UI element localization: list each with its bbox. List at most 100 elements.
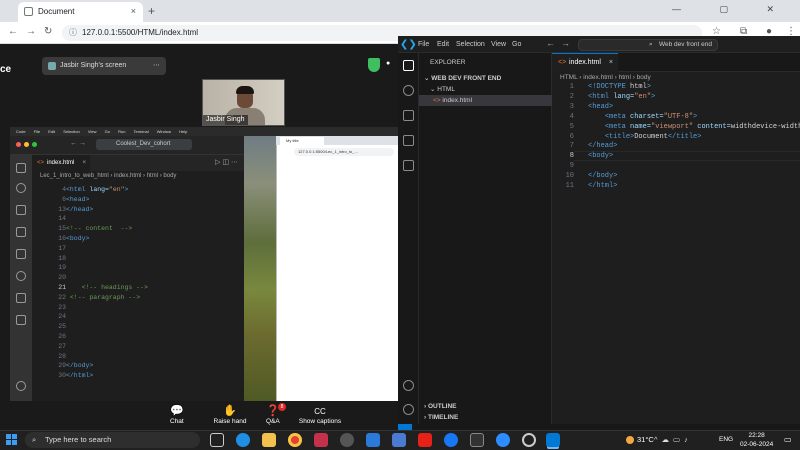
preview-browser-window — [276, 136, 398, 401]
remote-icon — [16, 271, 26, 281]
code-line[interactable]: </body> — [588, 172, 617, 180]
line-number: 17 — [58, 244, 66, 252]
workspace-header[interactable]: ⌄ WEB DEV FRONT END — [424, 74, 501, 82]
menu-selection[interactable]: Selection — [456, 36, 485, 53]
qa-label: Q&A — [266, 418, 280, 425]
dell-icon[interactable] — [340, 433, 354, 447]
reload-icon[interactable]: ↻ — [44, 26, 52, 37]
shared-tab-label: index.html — [47, 160, 75, 166]
maximize-dot-icon — [32, 142, 37, 147]
editor-tab-index-html[interactable]: <> index.html × — [552, 53, 618, 72]
extensions-icon[interactable] — [403, 160, 414, 171]
qa-count-badge: 8 — [278, 403, 286, 411]
outline-section[interactable]: › OUTLINE — [424, 403, 457, 410]
facebook-icon[interactable] — [444, 433, 458, 447]
back-arrow-icon[interactable]: ← — [8, 26, 18, 37]
explorer-title: EXPLORER — [430, 59, 466, 66]
line-number: 27 — [58, 342, 66, 350]
settings-gear-icon[interactable] — [522, 433, 536, 447]
minimize-dot-icon — [24, 142, 29, 147]
taskbar-clock[interactable]: 22:28 02-06-2024 — [740, 431, 773, 449]
settings-gear-icon[interactable] — [403, 404, 414, 415]
file-label: index.html — [442, 97, 473, 104]
terminal-icon[interactable] — [470, 433, 484, 447]
notifications-icon[interactable]: ▭ — [784, 435, 792, 444]
app-icon[interactable] — [392, 433, 406, 447]
close-tab-icon[interactable]: × — [609, 54, 613, 72]
html-file-icon: <> — [37, 160, 45, 166]
folder-html[interactable]: ⌄ HTML — [430, 85, 455, 93]
line-number: 23 — [58, 303, 66, 311]
more-options-icon[interactable]: ⋯ — [153, 57, 160, 75]
taskbar-search-placeholder: Type here to search — [45, 435, 112, 444]
window-controls[interactable]: — ▢ ✕ — [672, 4, 792, 15]
youtube-icon[interactable] — [418, 433, 432, 447]
code-line[interactable]: <!DOCTYPE html> — [588, 83, 651, 91]
line-number: 28 — [58, 352, 66, 360]
chrome-icon[interactable] — [288, 433, 302, 447]
code-line[interactable]: <body> — [588, 152, 613, 160]
new-tab-button[interactable]: + — [148, 4, 155, 18]
line-number: 5 — [569, 122, 574, 131]
chat-button[interactable]: 💬 Chat — [170, 405, 184, 425]
screen-share-icon — [48, 62, 56, 70]
back-arrow-icon[interactable]: ← — [546, 38, 555, 48]
file-explorer-icon[interactable] — [262, 433, 276, 447]
security-shield-icon[interactable] — [368, 58, 380, 72]
zoom-icon[interactable] — [496, 433, 510, 447]
start-button[interactable] — [6, 434, 18, 446]
forward-arrow-icon[interactable]: → — [561, 38, 570, 48]
code-line[interactable]: </html> — [588, 182, 617, 190]
menu-go[interactable]: Go — [512, 36, 521, 53]
file-index-html[interactable]: <> index.html — [433, 97, 472, 104]
preview-browser-url: 127.0.0.1:5500/Lec_1_intro_to_... — [294, 148, 394, 156]
extensions-icon — [16, 227, 26, 237]
run-debug-icon[interactable] — [403, 135, 414, 146]
menu-file[interactable]: File — [418, 36, 429, 53]
taskbar-search[interactable]: ⌕ Type here to search — [25, 432, 200, 448]
forward-arrow-icon[interactable]: → — [26, 26, 36, 37]
weather-widget[interactable]: 31°C — [626, 435, 654, 445]
code-line[interactable]: <meta charset="UTF-8"> — [588, 113, 697, 121]
system-tray-icons[interactable]: ^☁▭♪ — [654, 435, 692, 444]
store-icon[interactable] — [366, 433, 380, 447]
shared-vscode-activity-bar — [10, 155, 32, 401]
raise-hand-label: Raise hand — [213, 418, 247, 425]
code-line[interactable]: <meta name="viewport" content=widthdevic… — [588, 123, 800, 131]
account-icon[interactable] — [403, 380, 414, 391]
code-line[interactable]: <head> — [588, 103, 613, 111]
task-view-icon[interactable] — [210, 433, 224, 447]
code-line[interactable]: <html lang="en"> — [588, 93, 655, 101]
browser-tab-document[interactable]: Document × — [18, 2, 143, 22]
mac-menu-item: Go — [104, 129, 110, 134]
close-tab-icon[interactable]: × — [131, 6, 136, 16]
command-center-search[interactable]: ⌕ Web dev front end — [578, 39, 718, 51]
line-number: 16 — [58, 235, 66, 242]
code-line: </head> — [66, 205, 94, 213]
source-control-icon[interactable] — [403, 110, 414, 121]
line-number: 8 — [569, 152, 574, 161]
office-icon[interactable] — [314, 433, 328, 447]
search-icon[interactable] — [403, 85, 414, 96]
menu-view[interactable]: View — [491, 36, 506, 53]
site-info-icon[interactable]: ⓘ — [69, 25, 77, 41]
editor-breadcrumb[interactable]: HTML › index.html › html › body — [552, 72, 800, 83]
shared-screen: Code File Edit Selection View Go Run Ter… — [10, 127, 398, 401]
raise-hand-button[interactable]: ✋ Raise hand — [212, 405, 248, 425]
code-line: <body> — [66, 235, 90, 242]
menu-edit[interactable]: Edit — [437, 36, 449, 53]
testing-icon — [16, 293, 26, 303]
explorer-icon[interactable] — [403, 60, 414, 71]
language-indicator[interactable]: ENG — [719, 436, 733, 443]
timeline-label: TIMELINE — [427, 414, 459, 421]
edge-icon[interactable] — [236, 433, 250, 447]
captions-icon: CC — [314, 407, 326, 416]
participant-icon[interactable]: ● — [386, 60, 398, 70]
timeline-section[interactable]: › TIMELINE — [424, 414, 458, 421]
show-captions-button[interactable]: CC Show captions — [298, 405, 342, 425]
screen-share-indicator[interactable]: Jasbir Singh's screen ⋯ — [42, 57, 166, 75]
code-line[interactable]: </head> — [588, 142, 617, 150]
code-line[interactable]: <title>Document</title> — [588, 133, 702, 141]
code-line: <!-- headings --> — [66, 284, 148, 291]
vscode-taskbar-icon[interactable] — [546, 433, 560, 447]
